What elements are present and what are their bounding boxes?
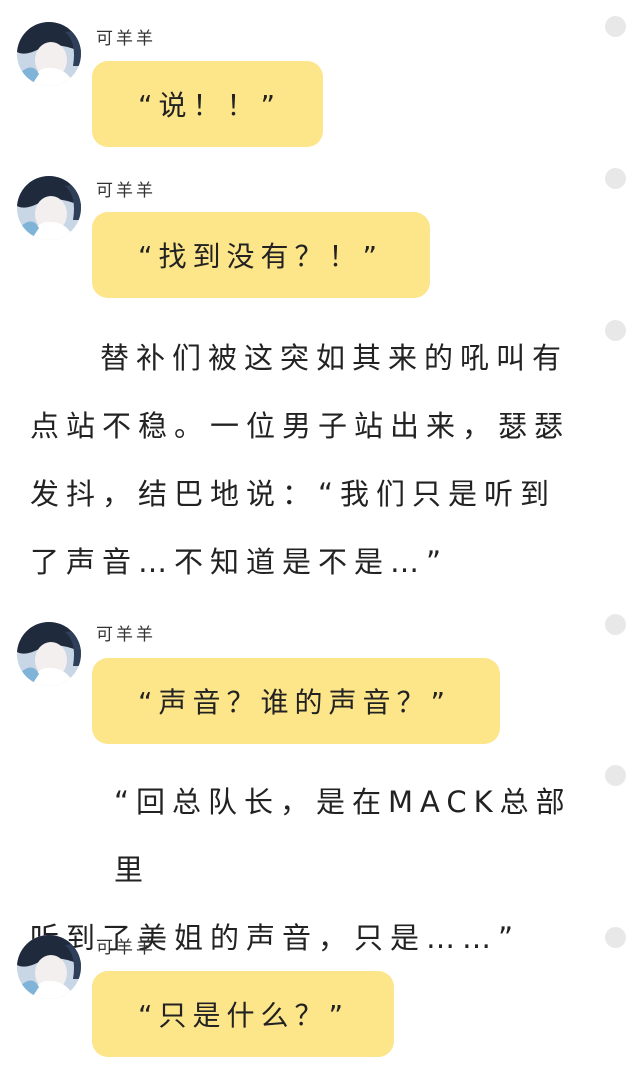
narration-line: 替补们被这突如其来的吼叫有 [100,341,569,375]
author-name: 可羊羊 [96,181,156,201]
avatar-illustration [17,22,81,86]
chat-bubble: “声音？谁的声音？” [92,658,500,744]
comment-dot-icon[interactable] [605,168,626,189]
avatar-illustration [17,622,81,686]
author-avatar[interactable] [17,176,81,240]
author-name: 可羊羊 [96,625,156,645]
comment-dot-icon[interactable] [605,927,626,948]
author-name: 可羊羊 [96,29,156,49]
comment-dot-icon[interactable] [605,765,626,786]
narration-line: 点站不稳。一位男子站出来，瑟瑟 [30,409,571,443]
narration-block-1: 替补们被这突如其来的吼叫有 点站不稳。一位男子站出来，瑟瑟 发抖，结巴地说：“我… [0,310,640,610]
author-avatar[interactable] [17,622,81,686]
comment-dot-icon[interactable] [605,614,626,635]
comment-dot-icon[interactable] [605,320,626,341]
comment-dot-icon[interactable] [605,16,626,37]
narration-paragraph: 替补们被这突如其来的吼叫有 点站不稳。一位男子站出来，瑟瑟 发抖，结巴地说：“我… [30,324,590,596]
chat-bubble: “只是什么？” [92,971,394,1057]
narration-line: 发抖，结巴地说：“我们只是听到 [30,477,557,511]
message-block-1: 可羊羊 “说！！” [0,0,640,160]
message-block-2: 可羊羊 “找到没有？！” [0,160,640,310]
message-block-3: 可羊羊 “声音？谁的声音？” [0,610,640,760]
avatar-illustration [17,176,81,240]
author-avatar[interactable] [17,935,81,999]
narration-line: “回总队长，是在MACK总部里 [114,785,572,887]
chat-bubble: “找到没有？！” [92,212,430,298]
message-block-4: 可羊羊 “只是什么？” [0,925,640,1091]
author-avatar[interactable] [17,22,81,86]
narration-line: 了声音…不知道是不是…” [30,545,449,579]
author-name: 可羊羊 [96,938,156,958]
avatar-illustration [17,935,81,999]
chat-bubble: “说！！” [92,61,323,147]
narration-block-2: “回总队长，是在MACK总部里 听到了美姐的声音，只是……” [0,760,640,955]
